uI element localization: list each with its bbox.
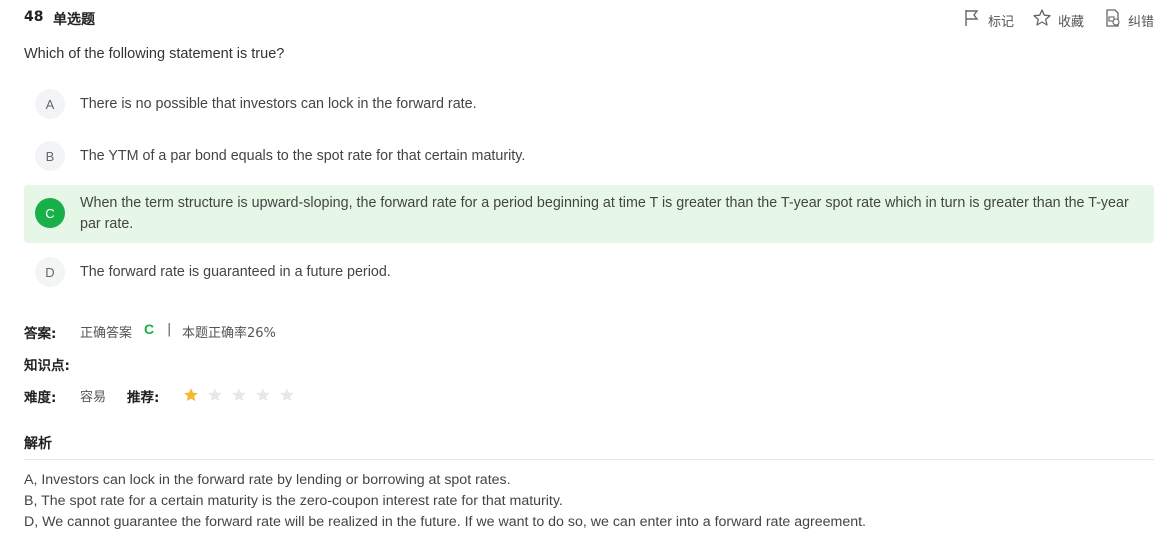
option-a[interactable]: A There is no possible that investors ca… [24,88,1154,120]
option-b[interactable]: B The YTM of a par bond equals to the sp… [24,140,1154,172]
report-error-label: 纠错 [1127,14,1154,30]
report-error-button[interactable]: 纠错 [1102,8,1154,32]
star-empty-icon [280,388,294,402]
accuracy-text: 本题正确率26% [182,326,276,341]
favorite-label: 收藏 [1057,14,1084,30]
flag-icon [962,8,982,32]
analysis-divider [24,459,1154,460]
option-letter: C [35,198,65,228]
analysis-line: B, The spot rate for a certain maturity … [24,493,563,509]
correct-answer-letter: C [144,321,155,337]
star-outline-icon [1032,8,1052,32]
question-number: 48 [24,9,44,25]
knowledge-label: 知识点: [24,358,70,374]
favorite-button[interactable]: 收藏 [1032,8,1084,32]
option-letter: B [35,141,65,171]
correct-answer-prefix: 正确答案 [80,326,133,341]
mark-label: 标记 [987,14,1014,30]
star-empty-icon [256,388,270,402]
star-empty-icon [232,388,246,402]
report-error-icon [1102,8,1122,32]
option-c[interactable]: C When the term structure is upward-slop… [24,185,1154,243]
recommend-rating [183,387,295,403]
star-empty-icon [208,388,222,402]
answer-separator: | [167,322,172,337]
option-text: The YTM of a par bond equals to the spot… [80,147,526,164]
star-filled-icon [184,388,198,402]
difficulty-label: 难度: [24,390,57,406]
option-d[interactable]: D The forward rate is guaranteed in a fu… [24,256,1154,288]
question-type: 单选题 [53,12,95,28]
analysis-title: 解析 [24,436,52,452]
analysis-line: A, Investors can lock in the forward rat… [24,472,511,488]
option-letter: D [35,257,65,287]
difficulty-value: 容易 [80,390,107,405]
option-text: There is no possible that investors can … [80,95,477,112]
recommend-label: 推荐: [127,390,160,406]
answer-label: 答案: [24,326,57,342]
option-text: The forward rate is guaranteed in a futu… [80,263,391,280]
mark-button[interactable]: 标记 [962,8,1014,32]
option-text: When the term structure is upward-slopin… [80,195,1129,232]
question-text: Which of the following statement is true… [24,46,285,62]
analysis-line: D, We cannot guarantee the forward rate … [24,514,866,530]
question-actions: 标记 收藏 纠错 [962,8,1154,32]
option-letter: A [35,89,65,119]
analysis-body: A, Investors can lock in the forward rat… [24,470,866,533]
